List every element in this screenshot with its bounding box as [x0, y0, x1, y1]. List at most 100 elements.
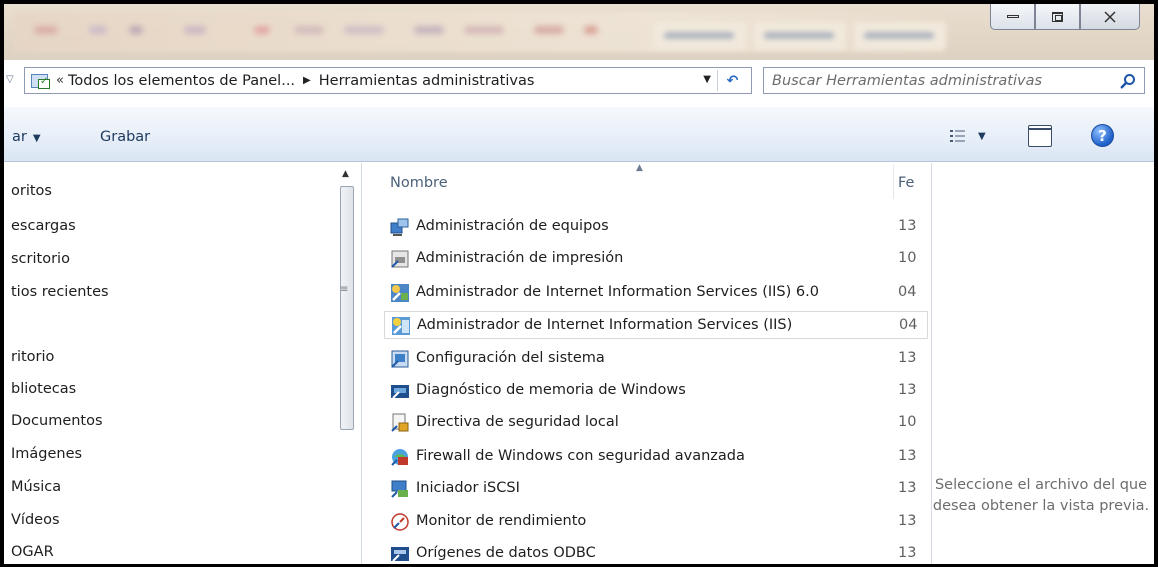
help-icon: ? [1098, 126, 1107, 145]
file-name: Configuración del sistema [416, 350, 605, 366]
minimize-button[interactable] [990, 4, 1035, 30]
nav-item-music[interactable]: Música [11, 479, 61, 495]
search-box [763, 67, 1145, 94]
preview-pane: Seleccione el archivo del que desea obte… [931, 163, 1154, 564]
firewall-icon [390, 447, 410, 467]
file-row[interactable]: Orígenes de datos ODBC 13 [384, 540, 928, 564]
nav-item-desktop[interactable]: scritorio [11, 251, 70, 267]
file-row[interactable]: Administración de equipos 13 [384, 213, 928, 241]
file-name: Monitor de rendimiento [416, 513, 587, 529]
organize-dropdown-icon: ▼ [32, 133, 41, 144]
navigation-pane: oritos escargas scritorio tios recientes… [4, 163, 358, 564]
file-name: Firewall de Windows con seguridad avanza… [416, 448, 745, 464]
file-date: 13 [898, 513, 917, 529]
file-row[interactable]: Administrador de Internet Information Se… [384, 279, 928, 307]
iscsi-initiator-icon [390, 479, 410, 499]
local-security-policy-icon [390, 413, 410, 433]
file-date: 13 [898, 448, 917, 464]
memory-diagnostic-icon [390, 381, 410, 401]
file-name: Diagnóstico de memoria de Windows [416, 382, 686, 398]
refresh-button[interactable]: ↶ [717, 70, 747, 91]
computer-management-icon [390, 217, 410, 237]
preview-pane-button[interactable] [1028, 125, 1052, 147]
file-date: 10 [898, 250, 917, 266]
file-name: Administración de impresión [416, 250, 624, 266]
minimize-icon [1006, 15, 1019, 18]
file-name: Directiva de seguridad local [416, 414, 619, 430]
address-bar[interactable]: « Todos los elementos de Panel... ▶ Herr… [24, 67, 752, 94]
system-configuration-icon [390, 349, 410, 369]
maximize-button[interactable] [1035, 4, 1080, 30]
nav-item-downloads[interactable]: escargas [11, 218, 76, 234]
refresh-icon: ↶ [726, 72, 739, 89]
command-bar: ar ▼ Grabar ▼ ? [4, 107, 1154, 162]
nav-item-pictures[interactable]: Imágenes [11, 446, 82, 462]
help-button[interactable]: ? [1091, 124, 1114, 147]
nav-item-libraries[interactable]: bliotecas [11, 381, 76, 397]
column-header-date[interactable]: Fe [898, 175, 914, 191]
search-input[interactable] [772, 72, 1112, 89]
nav-item-documents[interactable]: Documentos [11, 413, 103, 429]
file-row[interactable]: Monitor de rendimiento 13 [384, 508, 928, 536]
preview-message: Seleccione el archivo del que desea obte… [932, 477, 1150, 514]
change-view-button[interactable]: ▼ [950, 125, 988, 147]
file-date: 13 [898, 218, 917, 234]
breadcrumb-admin-tools[interactable]: Herramientas administrativas [319, 73, 535, 89]
column-header-name[interactable]: Nombre [390, 175, 448, 191]
window-controls [990, 4, 1140, 30]
odbc-data-sources-icon [390, 544, 410, 564]
control-panel-icon [30, 71, 52, 91]
close-button[interactable] [1080, 4, 1140, 30]
file-date: 13 [898, 350, 917, 366]
breadcrumb-arrow-icon[interactable]: ▶ [303, 75, 311, 86]
scrollbar-thumb[interactable] [340, 186, 354, 430]
file-date: 04 [898, 284, 917, 300]
history-dropdown-icon[interactable]: ▽ [6, 74, 20, 86]
file-date: 13 [898, 545, 917, 561]
print-management-icon [390, 249, 410, 269]
restore-icon [1052, 11, 1063, 22]
title-bar [4, 4, 1154, 60]
organize-label: ar [12, 129, 27, 145]
burn-button[interactable]: Grabar [100, 129, 150, 145]
nav-item-desktop-root[interactable]: ritorio [11, 349, 54, 365]
search-icon[interactable] [1120, 73, 1136, 89]
column-separator[interactable] [893, 165, 894, 199]
file-date: 04 [899, 317, 918, 333]
file-name: Iniciador iSCSI [416, 480, 520, 496]
file-name: Administrador de Internet Information Se… [416, 284, 819, 300]
file-row[interactable]: Administrador de Internet Information Se… [384, 311, 928, 339]
file-list: ▲ Nombre Fe Administración de equipos 13 A… [374, 163, 931, 564]
address-dropdown-icon[interactable]: ▼ [703, 74, 711, 85]
file-row[interactable]: Directiva de seguridad local 10 [384, 409, 928, 437]
file-name: Orígenes de datos ODBC [416, 545, 596, 561]
nav-item-homegroup[interactable]: OGAR [11, 544, 54, 560]
view-details-icon [950, 130, 965, 142]
iis-manager-icon [391, 316, 411, 336]
close-icon [1104, 10, 1116, 23]
file-row[interactable]: Iniciador iSCSI 13 [384, 475, 928, 503]
iis6-manager-icon [390, 283, 410, 303]
file-row[interactable]: Firewall de Windows con seguridad avanza… [384, 443, 928, 471]
sort-ascending-icon: ▲ [636, 163, 643, 173]
file-row[interactable]: Diagnóstico de memoria de Windows 13 [384, 377, 928, 405]
organize-button[interactable]: ar ▼ [12, 129, 41, 145]
file-row[interactable]: Administración de impresión 10 [384, 245, 928, 273]
file-date: 13 [898, 382, 917, 398]
nav-item-favorites[interactable]: oritos [11, 183, 52, 199]
nav-item-videos[interactable]: Vídeos [11, 512, 60, 528]
nav-item-recent-places[interactable]: tios recientes [11, 284, 109, 300]
pane-divider[interactable] [361, 163, 362, 564]
file-row[interactable]: Configuración del sistema 13 [384, 345, 928, 373]
file-date: 10 [898, 414, 917, 430]
explorer-window: ▽ « Todos los elementos de Panel... ▶ He… [4, 4, 1154, 564]
nav-scrollbar[interactable]: ▲ ≡ [336, 163, 358, 564]
breadcrumb-overflow[interactable]: « [56, 73, 64, 88]
scroll-up-icon[interactable]: ▲ [342, 169, 349, 179]
file-name: Administración de equipos [416, 218, 609, 234]
column-header-row: ▲ Nombre Fe [374, 163, 931, 199]
scrollbar-grip-icon: ≡ [340, 284, 349, 295]
file-name: Administrador de Internet Information Se… [417, 317, 793, 333]
breadcrumb-control-panel[interactable]: Todos los elementos de Panel... [68, 73, 295, 89]
performance-monitor-icon [390, 512, 410, 532]
